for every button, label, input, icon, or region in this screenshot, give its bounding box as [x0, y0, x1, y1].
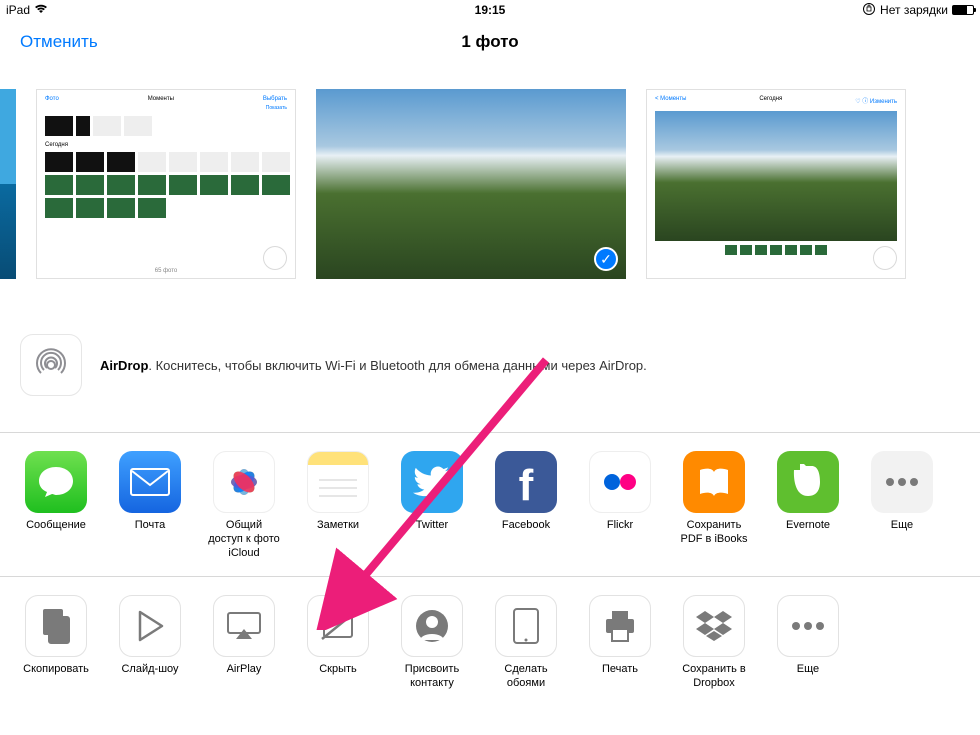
share-mail[interactable]: Почта: [114, 451, 186, 560]
action-slideshow[interactable]: Слайд-шоу: [114, 595, 186, 691]
action-print[interactable]: Печать: [584, 595, 656, 691]
action-airplay[interactable]: AirPlay: [208, 595, 280, 691]
play-icon: [119, 595, 181, 657]
action-wallpaper[interactable]: Сделать обоями: [490, 595, 562, 691]
airdrop-icon: [20, 334, 82, 396]
action-copy[interactable]: Скопировать: [20, 595, 92, 691]
share-apps-row: Сообщение Почта: [0, 433, 980, 577]
airplay-icon: [213, 595, 275, 657]
contact-icon: [401, 595, 463, 657]
mail-icon: [119, 451, 181, 513]
share-ibooks[interactable]: Сохранить PDF в iBooks: [678, 451, 750, 560]
airdrop-text: AirDrop. Коснитесь, чтобы включить Wi-Fi…: [100, 358, 647, 373]
selection-badge[interactable]: [873, 246, 897, 270]
twitter-icon: [401, 451, 463, 513]
notes-icon: [307, 451, 369, 513]
dropbox-icon: [683, 595, 745, 657]
facebook-icon: f: [495, 451, 557, 513]
messages-icon: [25, 451, 87, 513]
photo-thumbnail[interactable]: [0, 89, 16, 279]
share-facebook[interactable]: f Facebook: [490, 451, 562, 560]
share-flickr[interactable]: Flickr: [584, 451, 656, 560]
wallpaper-icon: [495, 595, 557, 657]
flickr-icon: [589, 451, 651, 513]
status-time: 19:15: [475, 3, 506, 17]
hide-icon: [307, 595, 369, 657]
photos-icon: [213, 451, 275, 513]
more-icon: [871, 451, 933, 513]
selection-badge-checked[interactable]: ✓: [594, 247, 618, 271]
share-icloud-photo[interactable]: Общий доступ к фото iCloud: [208, 451, 280, 560]
device-label: iPad: [6, 3, 30, 17]
evernote-icon: [777, 451, 839, 513]
ibooks-icon: [683, 451, 745, 513]
print-icon: [589, 595, 651, 657]
orientation-lock-icon: [862, 2, 876, 19]
status-bar: iPad 19:15 Нет зарядки: [0, 0, 980, 20]
cancel-button[interactable]: Отменить: [20, 32, 98, 52]
photo-thumbnail-selected[interactable]: ✓: [316, 89, 626, 279]
airdrop-row[interactable]: AirDrop. Коснитесь, чтобы включить Wi-Fi…: [0, 304, 980, 433]
photos-carousel[interactable]: ФотоМоментыВыбрать Показать Сегодня 65 ф…: [0, 64, 980, 304]
charging-text: Нет зарядки: [880, 3, 948, 17]
action-assign-contact[interactable]: Присвоить контакту: [396, 595, 468, 691]
battery-icon: [952, 5, 974, 15]
action-hide[interactable]: Скрыть: [302, 595, 374, 691]
share-messages[interactable]: Сообщение: [20, 451, 92, 560]
share-sheet: AirDrop. Коснитесь, чтобы включить Wi-Fi…: [0, 304, 980, 707]
share-notes[interactable]: Заметки: [302, 451, 374, 560]
share-twitter[interactable]: Twitter: [396, 451, 468, 560]
selection-badge[interactable]: [263, 246, 287, 270]
wifi-icon: [34, 3, 48, 17]
page-title: 1 фото: [461, 32, 518, 52]
more-icon: [777, 595, 839, 657]
nav-bar: Отменить 1 фото: [0, 20, 980, 64]
photo-thumbnail[interactable]: < МоментыСегодня♡ ⓘ Изменить: [646, 89, 906, 279]
photo-thumbnail[interactable]: ФотоМоментыВыбрать Показать Сегодня 65 ф…: [36, 89, 296, 279]
action-dropbox[interactable]: Сохранить в Dropbox: [678, 595, 750, 691]
copy-icon: [25, 595, 87, 657]
share-more[interactable]: Еще: [866, 451, 938, 560]
action-row: Скопировать Слайд-шоу AirPlay Скрыть При…: [0, 577, 980, 707]
action-more[interactable]: Еще: [772, 595, 844, 691]
share-evernote[interactable]: Evernote: [772, 451, 844, 560]
